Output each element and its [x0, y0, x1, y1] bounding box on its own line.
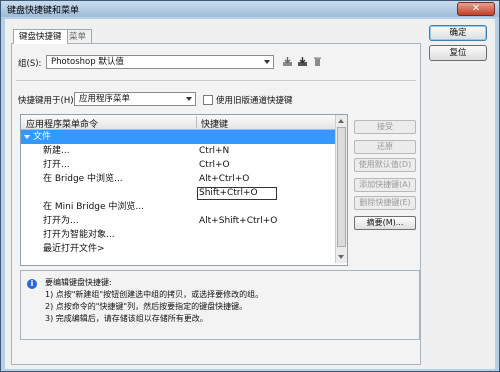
help-info-box: i 要编辑键盘快捷键: 1) 点按"新建组"按钮创建选中组的拷贝，或选择要修改的… [20, 270, 420, 340]
table-row[interactable]: 打开为智能对象... [21, 228, 335, 242]
row-command: 打开为... [43, 216, 79, 226]
shortcuts-table: 应用程序菜单命令 快捷键 文件 新建... Ctrl+N 打开... Ctrl+… [20, 114, 348, 266]
reset-button[interactable]: 复位 [429, 45, 487, 61]
accept-button[interactable]: 接受 [354, 120, 416, 134]
help-line: 要编辑键盘快捷键: [45, 278, 112, 287]
help-line: 3) 完成编辑后，请存储该组以存储所有更改。 [45, 314, 208, 323]
row-command: 在 Bridge 中浏览... [43, 174, 123, 184]
column-divider [196, 116, 197, 128]
shortcuts-panel: 组(S): Photoshop 默认值 快捷键用于(H): 应用程序菜单 使用旧… [11, 43, 421, 365]
help-line: 1) 点按"新建组"按钮创建选中组的拷贝，或选择要修改的组。 [45, 290, 264, 299]
table-header: 应用程序菜单命令 快捷键 [21, 115, 335, 130]
table-row[interactable]: 新建... Ctrl+N [21, 144, 335, 158]
info-icon: i [27, 279, 37, 289]
row-command: 在 Mini Bridge 中浏览... [43, 202, 144, 212]
set-label: 组(S): [18, 59, 42, 69]
expand-triangle-icon[interactable] [24, 135, 30, 139]
row-command: 新建... [43, 146, 70, 156]
shortcuts-for-dropdown[interactable]: 应用程序菜单 [74, 92, 196, 106]
add-shortcut-button[interactable]: 添加快捷键(A) [354, 178, 416, 192]
column-header-command[interactable]: 应用程序菜单命令 [26, 117, 98, 130]
table-scrollbar[interactable] [335, 115, 347, 263]
close-icon: ✕ [471, 3, 481, 14]
table-row[interactable]: 打开为... Alt+Shift+Ctrl+O [21, 214, 335, 228]
ok-button[interactable]: 确定 [429, 25, 487, 41]
table-row[interactable]: Shift+Ctrl+O [21, 186, 335, 200]
window-title: 键盘快捷键和菜单 [7, 6, 80, 16]
row-shortcut: Alt+Shift+Ctrl+O [199, 216, 278, 226]
chevron-down-icon [186, 97, 192, 101]
delete-set-icon[interactable] [312, 56, 323, 67]
legacy-shortcuts-checkbox[interactable] [203, 95, 213, 105]
scroll-up-icon[interactable] [338, 119, 344, 123]
delete-shortcut-button[interactable]: 删除快捷键(E) [354, 196, 416, 210]
chevron-down-icon [264, 60, 270, 64]
row-command: 最近打开文件> [43, 244, 105, 254]
divider [16, 80, 416, 81]
dialog-window: 键盘快捷键和菜单 ✕ 键盘快捷键 菜单 组(S): Photoshop 默认值 … [0, 0, 500, 372]
use-default-button[interactable]: 使用默认值(D) [354, 158, 416, 172]
scroll-down-icon[interactable] [338, 255, 344, 259]
table-row[interactable]: 文件 [21, 130, 335, 144]
save-set-as-icon[interactable] [297, 56, 308, 67]
help-line: 2) 点按命令的"快捷键"列，然后按要指定的键盘快捷键。 [45, 302, 248, 311]
row-command: 打开... [43, 160, 70, 170]
set-dropdown[interactable]: Photoshop 默认值 [46, 55, 274, 69]
column-header-shortcut[interactable]: 快捷键 [201, 117, 228, 130]
set-value: Photoshop 默认值 [51, 57, 124, 67]
row-command: 打开为智能对象... [43, 230, 115, 240]
legacy-shortcuts-label: 使用旧版通道快捷键 [216, 96, 293, 106]
dialog-client: 键盘快捷键 菜单 组(S): Photoshop 默认值 快捷键用于(H): 应… [5, 19, 495, 369]
table-row[interactable]: 在 Bridge 中浏览... Alt+Ctrl+O [21, 172, 335, 186]
table-row[interactable]: 最近打开文件> [21, 242, 335, 256]
shortcuts-for-label: 快捷键用于(H): [18, 96, 77, 106]
table-row[interactable]: 打开... Ctrl+O [21, 158, 335, 172]
table-row[interactable]: 在 Mini Bridge 中浏览... [21, 200, 335, 214]
row-shortcut: Alt+Ctrl+O [199, 174, 250, 184]
row-shortcut: Ctrl+N [199, 146, 230, 156]
row-shortcut: Ctrl+O [199, 160, 230, 170]
scroll-thumb[interactable] [337, 127, 346, 247]
title-bar[interactable]: 键盘快捷键和菜单 ✕ [1, 1, 499, 17]
shortcuts-for-value: 应用程序菜单 [79, 94, 131, 104]
row-shortcut: Shift+Ctrl+O [199, 188, 258, 198]
summarize-button[interactable]: 摘要(M)... [354, 216, 416, 230]
save-set-icon[interactable] [282, 56, 293, 67]
tab-keyboard-shortcuts[interactable]: 键盘快捷键 [13, 29, 68, 44]
undo-button[interactable]: 还原 [354, 140, 416, 154]
row-command: 文件 [33, 132, 52, 142]
close-button[interactable]: ✕ [457, 2, 495, 16]
